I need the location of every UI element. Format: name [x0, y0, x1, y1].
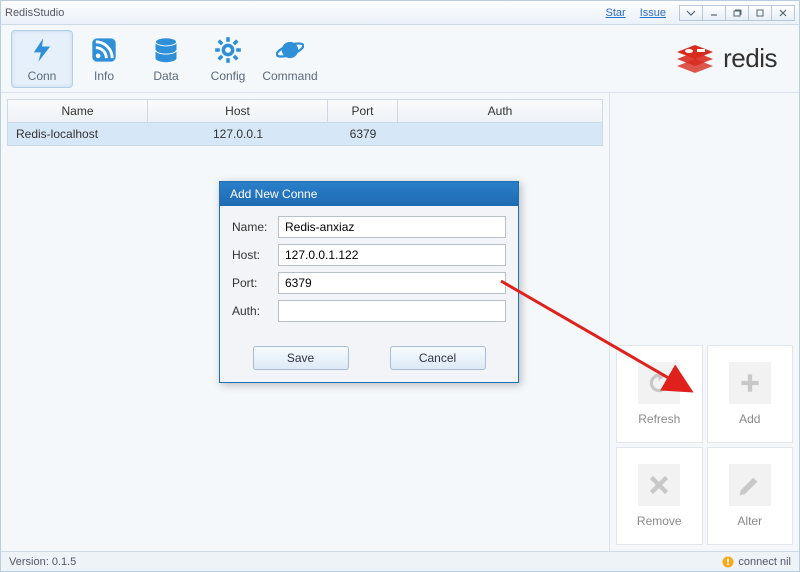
star-link[interactable]: Star [606, 7, 626, 19]
command-tab[interactable]: Command [259, 30, 321, 88]
redis-logo: redis [675, 42, 789, 76]
version-value: 0.1.5 [52, 556, 76, 568]
config-label: Config [211, 69, 246, 83]
refresh-label: Refresh [638, 412, 680, 426]
table-header: Name Host Port Auth [8, 100, 602, 123]
titlebar: RedisStudio Star Issue [1, 1, 799, 25]
minimize-button[interactable] [702, 5, 726, 21]
auth-label: Auth: [232, 304, 278, 318]
col-port[interactable]: Port [328, 100, 398, 122]
version-label: Version: [9, 556, 49, 568]
remove-button[interactable]: Remove [616, 447, 703, 545]
port-input[interactable] [278, 272, 506, 294]
col-host[interactable]: Host [148, 100, 328, 122]
add-button[interactable]: Add [707, 345, 794, 443]
pencil-icon [729, 464, 771, 506]
plus-icon [729, 362, 771, 404]
save-button[interactable]: Save [253, 346, 349, 370]
issue-link[interactable]: Issue [640, 7, 666, 19]
x-icon [638, 464, 680, 506]
status-message: connect nil [738, 556, 791, 568]
close-button[interactable] [771, 5, 795, 21]
col-auth[interactable]: Auth [398, 100, 602, 122]
data-label: Data [153, 69, 178, 83]
info-label: Info [94, 69, 114, 83]
auth-input[interactable] [278, 300, 506, 322]
toolbar: Conn Info Data Config Command redis [1, 25, 799, 93]
lightning-icon [27, 35, 57, 65]
cancel-button[interactable]: Cancel [390, 346, 486, 370]
window-title: RedisStudio [5, 7, 64, 19]
name-input[interactable] [278, 216, 506, 238]
redis-cube-icon [675, 42, 715, 76]
command-label: Command [262, 69, 317, 83]
host-label: Host: [232, 248, 278, 262]
gear-icon [213, 35, 243, 65]
host-input[interactable] [278, 244, 506, 266]
table-row[interactable]: Redis-localhost 127.0.0.1 6379 [8, 123, 602, 145]
cell-port: 6379 [328, 123, 398, 145]
data-tab[interactable]: Data [135, 30, 197, 88]
planet-icon [275, 35, 305, 65]
refresh-icon [638, 362, 680, 404]
dropdown-button[interactable] [679, 5, 703, 21]
conn-label: Conn [28, 69, 57, 83]
add-connection-dialog: Add New Conne Name: Host: Port: Auth: [219, 181, 519, 383]
add-label: Add [739, 412, 760, 426]
info-tab[interactable]: Info [73, 30, 135, 88]
port-label: Port: [232, 276, 278, 290]
alter-button[interactable]: Alter [707, 447, 794, 545]
alter-label: Alter [737, 514, 762, 528]
rss-icon [89, 35, 119, 65]
cell-auth [398, 123, 602, 145]
warning-icon [722, 556, 734, 568]
dialog-title: Add New Conne [220, 182, 518, 206]
database-icon [151, 35, 181, 65]
restore-button[interactable] [725, 5, 749, 21]
conn-tab[interactable]: Conn [11, 30, 73, 88]
connection-table: Name Host Port Auth Redis-localhost 127.… [7, 99, 603, 146]
refresh-button[interactable]: Refresh [616, 345, 703, 443]
name-label: Name: [232, 220, 278, 234]
maximize-button[interactable] [748, 5, 772, 21]
col-name[interactable]: Name [8, 100, 148, 122]
cell-host: 127.0.0.1 [148, 123, 328, 145]
cell-name: Redis-localhost [8, 123, 148, 145]
remove-label: Remove [637, 514, 682, 528]
redis-logo-text: redis [723, 43, 777, 74]
statusbar: Version: 0.1.5 connect nil [1, 551, 799, 571]
config-tab[interactable]: Config [197, 30, 259, 88]
